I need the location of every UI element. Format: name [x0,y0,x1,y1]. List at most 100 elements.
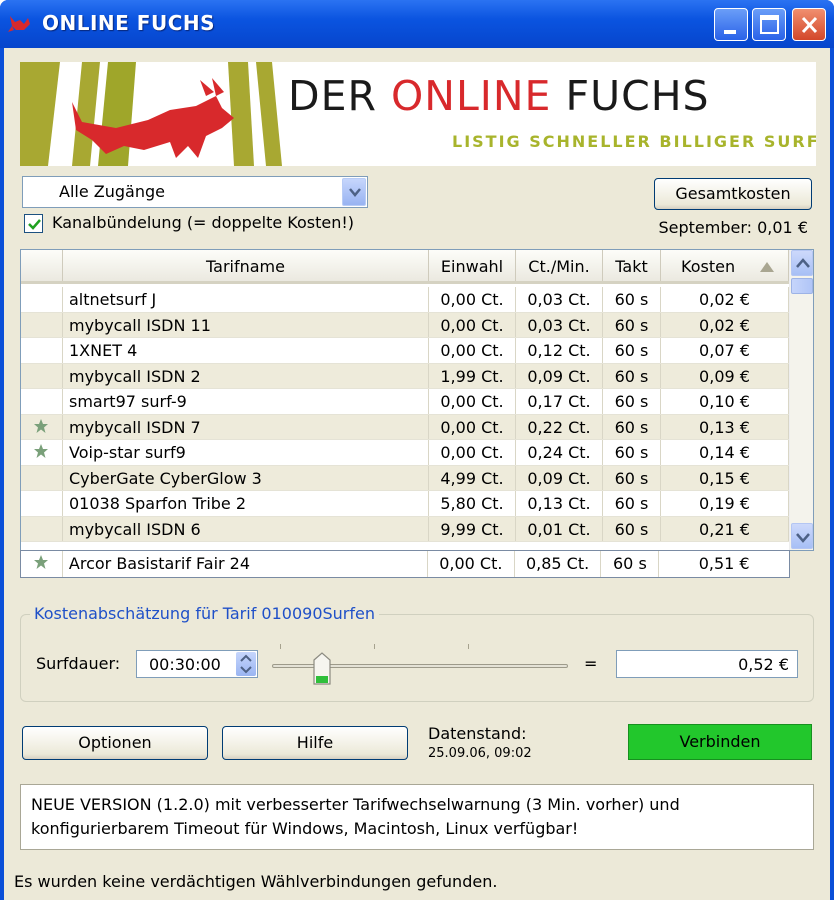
favorite-mark [21,389,63,414]
app-window: ONLINE FUCHS DER ONLINE FUCHS LISTIG SCH… [0,0,834,900]
star-icon [34,555,48,569]
maximize-icon [760,15,779,34]
einwahl-cell: 1,99 Ct. [429,363,516,388]
spinner-arrows-icon [240,654,252,674]
duration-input[interactable]: 00:30:00 [136,650,258,678]
table-row[interactable]: mybycall ISDN 11 0,00 Ct. 0,03 Ct. 60 s 0,02… [21,312,789,338]
tarifname-cell: mybycall ISDN 6 [63,516,429,541]
equals-sign: = [584,654,598,673]
slider-tick [374,644,375,649]
chevron-up-icon [796,258,810,268]
close-button[interactable] [792,8,826,41]
scroll-down-button[interactable] [791,523,813,549]
bundling-checkbox[interactable] [24,214,43,233]
pinned-tarifname: Arcor Basistarif Fair 24 [63,551,428,577]
client-area: DER ONLINE FUCHS LISTIG SCHNELLER BILLIG… [4,48,830,900]
options-button[interactable]: Optionen [22,726,208,760]
takt-cell: 60 s [603,414,661,439]
scroll-thumb[interactable] [791,278,813,294]
table-row[interactable]: CyberGate CyberGlow 3 4,99 Ct. 0,09 Ct. 60 … [21,465,789,491]
pinned-einwahl: 0,00 Ct. [428,551,515,577]
checkmark-icon [28,219,41,230]
ctmin-cell: 0,24 Ct. [516,440,603,465]
column-header-takt[interactable]: Takt [603,250,661,281]
minimize-icon [724,30,736,34]
einwahl-cell: 0,00 Ct. [429,389,516,414]
minimize-button[interactable] [714,8,748,41]
month-costs-text: September: 0,01 € [658,218,808,237]
takt-cell: 60 s [603,491,661,516]
table-row[interactable]: 1XNET 4 0,00 Ct. 0,12 Ct. 60 s 0,07 € [21,338,789,364]
kosten-cell: 0,02 € [661,287,789,312]
kosten-cell: 0,21 € [661,516,789,541]
favorite-mark [21,414,63,439]
ctmin-cell: 0,17 Ct. [516,389,603,414]
favorite-mark [21,363,63,388]
tarifname-cell: mybycall ISDN 7 [63,414,429,439]
takt-cell: 60 s [603,389,661,414]
ctmin-cell: 0,09 Ct. [516,465,603,490]
einwahl-cell: 4,99 Ct. [429,465,516,490]
help-button[interactable]: Hilfe [222,726,408,760]
tarifname-cell: Voip-star surf9 [63,440,429,465]
fox-app-icon [8,16,30,32]
tarifname-cell: mybycall ISDN 11 [63,312,429,337]
title-bar[interactable]: ONLINE FUCHS [0,0,834,48]
favorite-mark [21,551,63,577]
table-row[interactable]: mybycall ISDN 2 1,99 Ct. 0,09 Ct. 60 s 0,09 … [21,363,789,389]
news-box: NEUE VERSION (1.2.0) mit verbesserter Ta… [20,784,814,850]
table-scrollbar[interactable] [789,250,813,550]
kosten-cell: 0,07 € [661,338,789,363]
tarifname-cell: mybycall ISDN 2 [63,363,429,388]
news-line: konfigurierbarem Timeout für Windows, Ma… [31,819,579,838]
table-row[interactable]: 01038 Sparfon Tribe 2 5,80 Ct. 0,13 Ct. 60 … [21,491,789,517]
duration-spinner[interactable] [236,652,256,676]
column-header-einwahl[interactable]: Einwahl [429,250,516,281]
slider-tick [280,644,281,649]
access-select-dropdown-button[interactable] [342,178,366,206]
scroll-up-button[interactable] [791,250,813,276]
ctmin-cell: 0,03 Ct. [516,312,603,337]
table-row[interactable]: mybycall ISDN 7 0,00 Ct. 0,22 Ct. 60 s 0,13 … [21,414,789,440]
favorite-mark [21,440,63,465]
table-row[interactable]: altnetsurf J 0,00 Ct. 0,03 Ct. 60 s 0,02 € [21,287,789,313]
takt-cell: 60 s [603,363,661,388]
tariff-table: Tarifname Einwahl Ct./Min. Takt Kosten a… [20,249,814,551]
banner-subtitle: LISTIG SCHNELLER BILLIGER SURFEN [452,132,816,151]
estimate-group-title: Kostenabschätzung für Tarif 010090Surfen [30,604,379,623]
kosten-cell: 0,02 € [661,312,789,337]
ctmin-cell: 0,01 Ct. [516,516,603,541]
column-header-kosten[interactable]: Kosten [661,250,789,281]
ctmin-cell: 0,09 Ct. [516,363,603,388]
table-row[interactable]: mybycall ISDN 6 9,99 Ct. 0,01 Ct. 60 s 0,21 … [21,516,789,542]
tarifname-cell: smart97 surf-9 [63,389,429,414]
pinned-tariff-row[interactable]: Arcor Basistarif Fair 24 0,00 Ct. 0,85 C… [20,550,790,578]
column-header-mark[interactable] [21,250,63,281]
column-header-ctmin[interactable]: Ct./Min. [516,250,603,281]
ctmin-cell: 0,12 Ct. [516,338,603,363]
window-title: ONLINE FUCHS [42,11,216,35]
total-costs-button[interactable]: Gesamtkosten [654,178,812,210]
duration-slider-handle[interactable] [312,652,332,686]
table-row[interactable]: Voip-star surf9 0,00 Ct. 0,24 Ct. 60 s 0,14 … [21,440,789,466]
banner-title: DER ONLINE FUCHS [288,72,710,120]
maximize-button[interactable] [752,8,786,41]
status-text: Es wurden keine verdächtigen Wählverbind… [14,872,498,891]
tarifname-cell: CyberGate CyberGlow 3 [63,465,429,490]
pinned-ctmin: 0,85 Ct. [515,551,602,577]
column-header-tarifname[interactable]: Tarifname [63,250,429,281]
favorite-mark [21,312,63,337]
takt-cell: 60 s [603,287,661,312]
kosten-cell: 0,13 € [661,414,789,439]
favorite-mark [21,465,63,490]
table-row[interactable]: smart97 surf-9 0,00 Ct. 0,17 Ct. 60 s 0,10 € [21,389,789,415]
einwahl-cell: 0,00 Ct. [429,312,516,337]
connect-button[interactable]: Verbinden [628,724,812,760]
takt-cell: 60 s [603,465,661,490]
data-status-date: 25.09.06, 09:02 [428,746,532,761]
tarifname-cell: altnetsurf J [63,287,429,312]
pinned-kosten: 0,51 € [698,554,750,573]
kosten-cell: 0,15 € [661,465,789,490]
einwahl-cell: 5,80 Ct. [429,491,516,516]
access-select[interactable]: Alle Zugänge [22,176,368,208]
